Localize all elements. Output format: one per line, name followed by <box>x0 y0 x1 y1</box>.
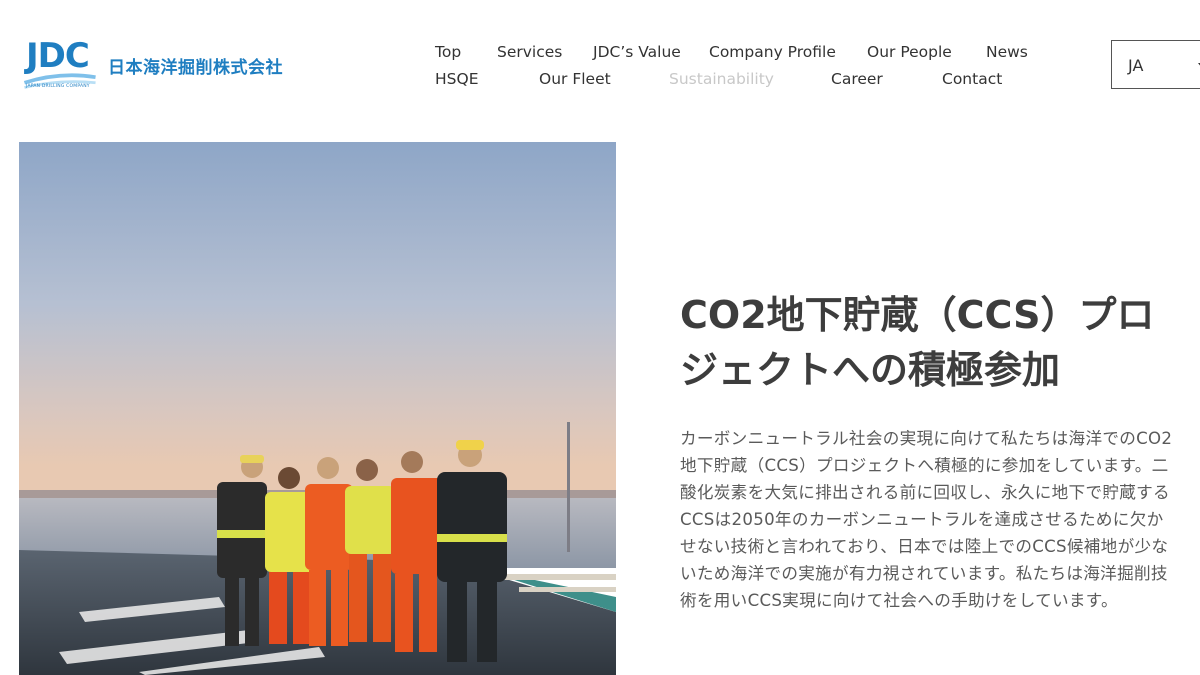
language-select[interactable]: JA <box>1111 40 1200 89</box>
nav-our-people[interactable]: Our People <box>867 43 952 61</box>
nav-services[interactable]: Services <box>497 43 562 61</box>
nav-company-profile[interactable]: Company Profile <box>709 43 836 61</box>
nav-hsqe[interactable]: HSQE <box>435 70 479 88</box>
main-nav: Top Services JDC’s Value Company Profile… <box>0 0 1050 100</box>
language-selected-value: JA <box>1128 56 1144 75</box>
crew-on-helideck-image <box>19 142 616 675</box>
nav-news[interactable]: News <box>986 43 1028 61</box>
hero-photo <box>19 142 616 675</box>
nav-our-fleet[interactable]: Our Fleet <box>539 70 611 88</box>
section-body-text: カーボンニュートラル社会の実現に向けて私たちは海洋でのCO2地下貯蔵（CCS）プ… <box>680 429 1173 610</box>
nav-top[interactable]: Top <box>435 43 461 61</box>
nav-contact[interactable]: Contact <box>942 70 1002 88</box>
nav-career[interactable]: Career <box>831 70 883 88</box>
nav-jdcs-value[interactable]: JDC’s Value <box>593 43 681 61</box>
nav-sustainability[interactable]: Sustainability <box>669 70 774 88</box>
section-headline: CO2地下貯蔵（CCS）プロジェクトへの積極参加 <box>680 293 1155 392</box>
